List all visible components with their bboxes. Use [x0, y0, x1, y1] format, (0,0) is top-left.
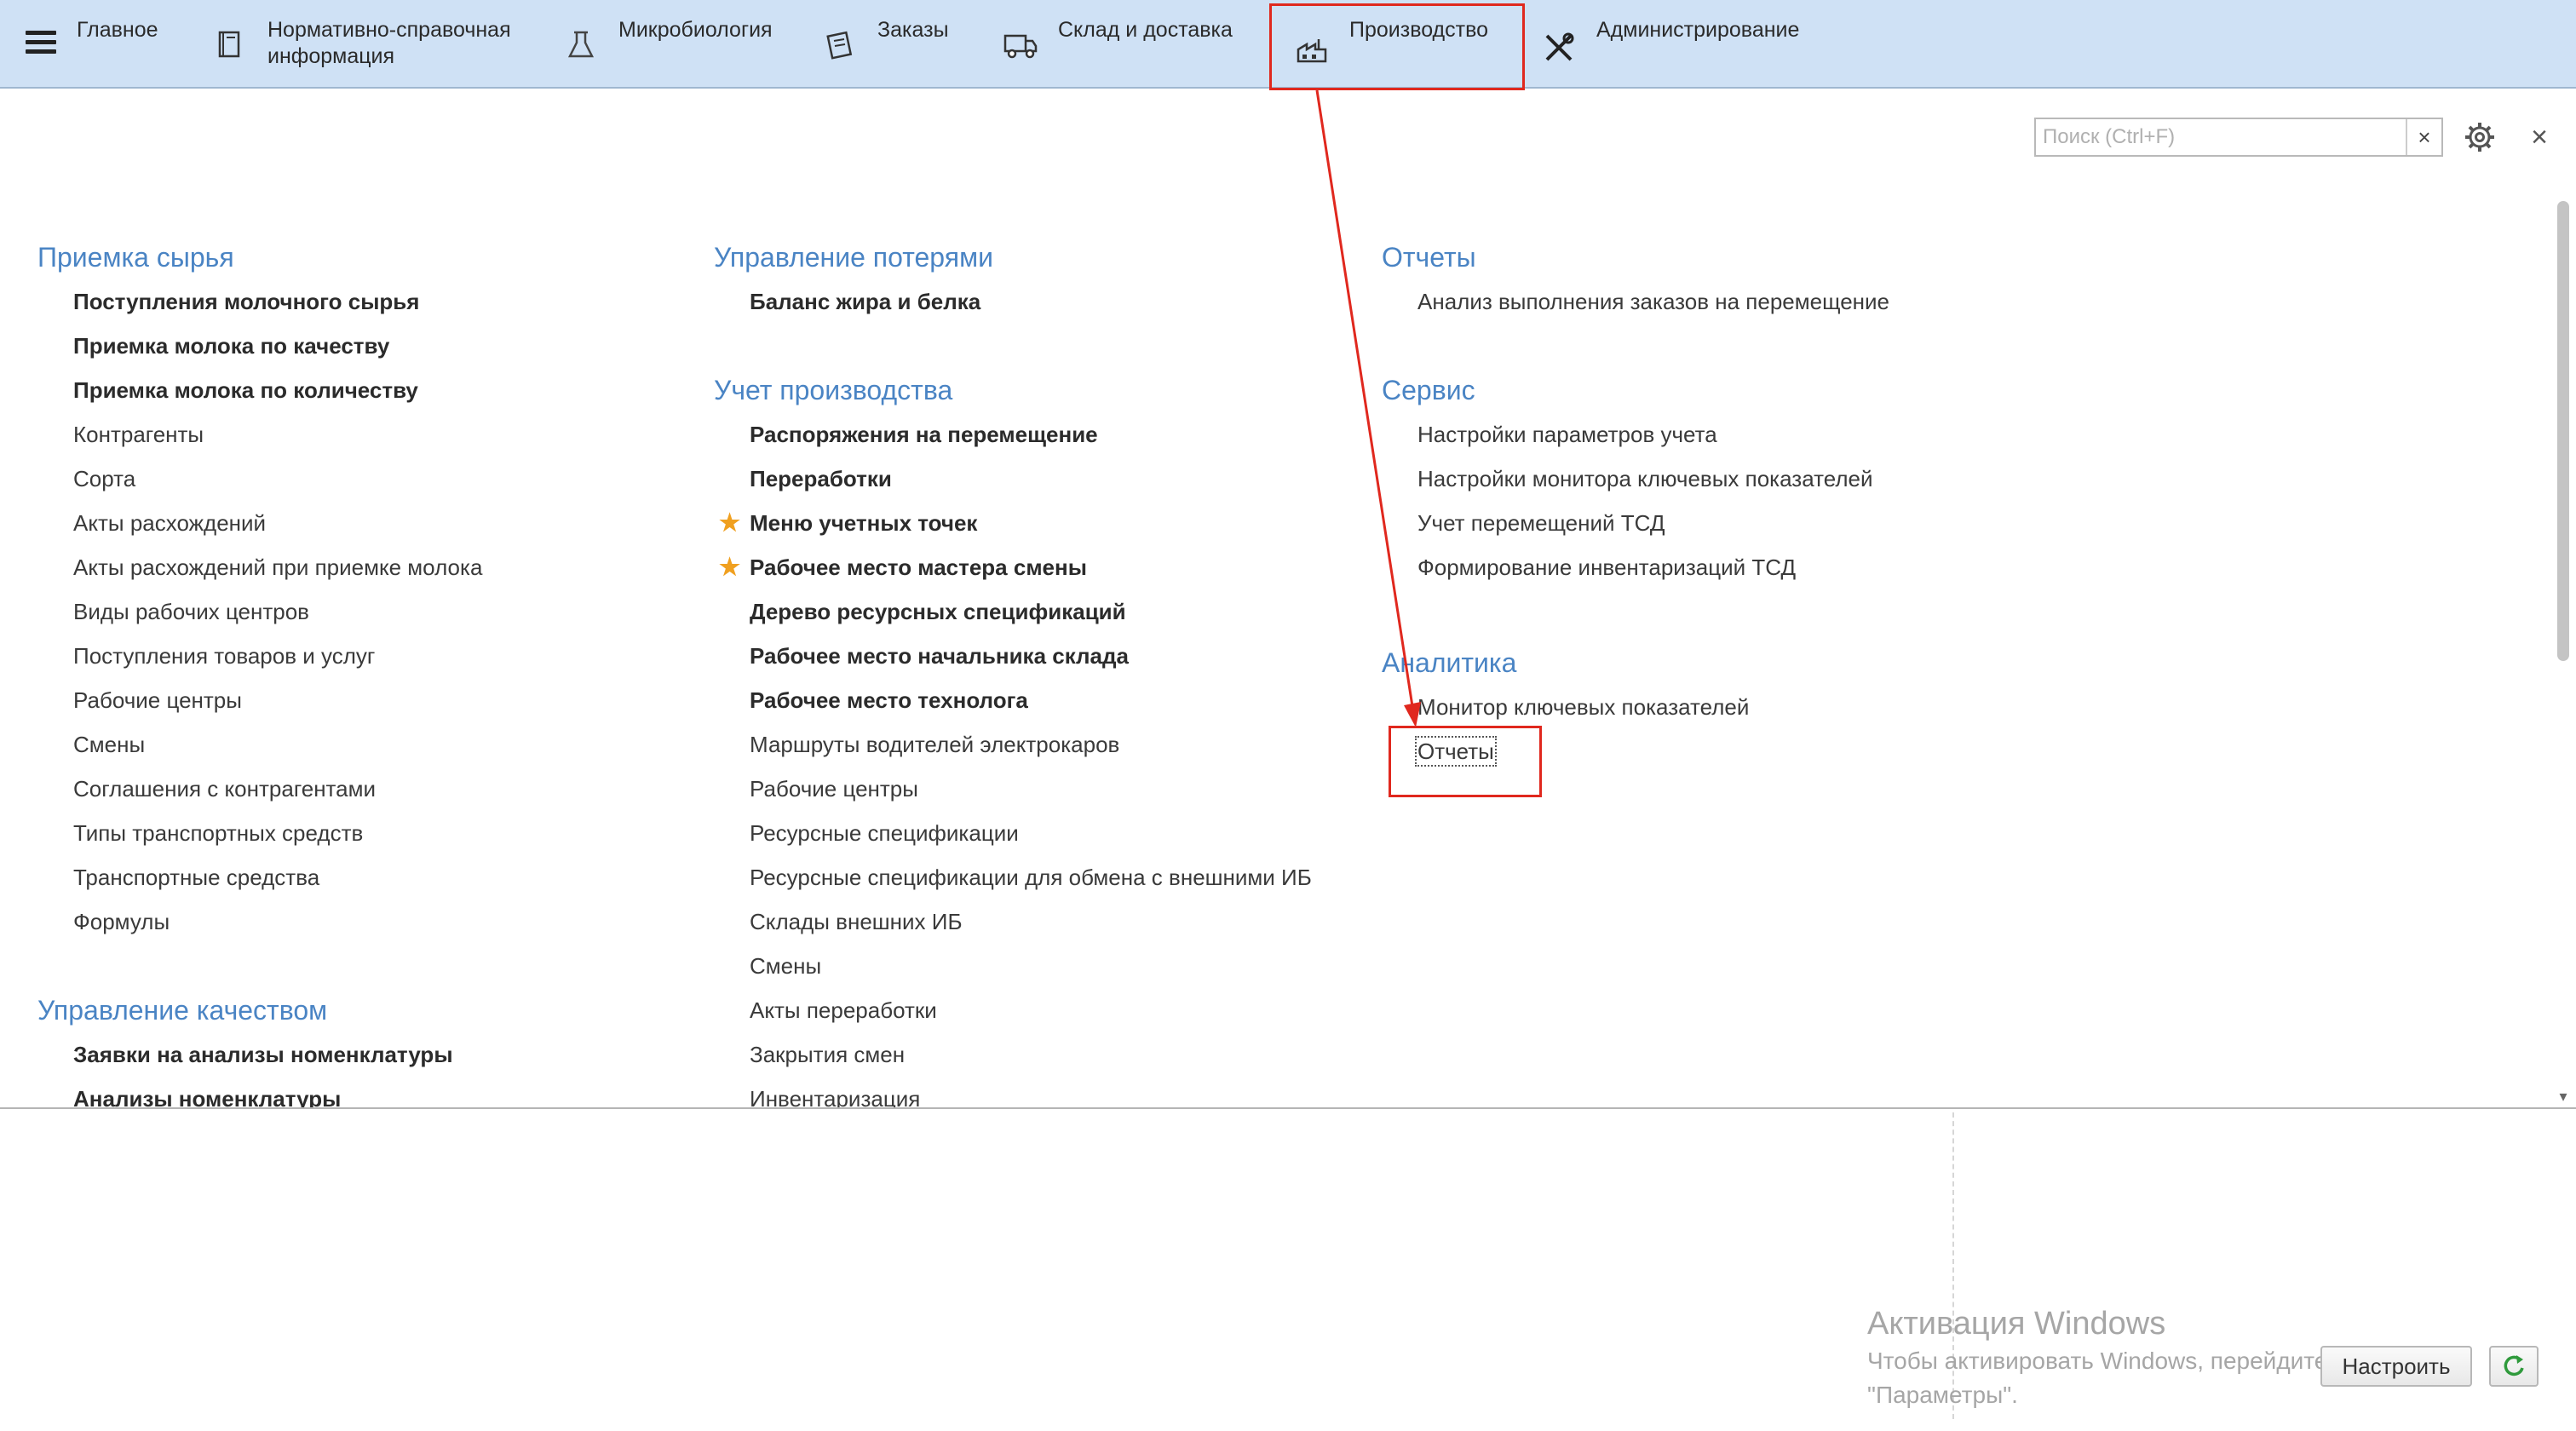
list-item-starred[interactable]: ★ Рабочее место мастера смены [719, 545, 1312, 589]
column-1: Приемка сырья Поступления молочного сырь… [37, 235, 482, 1107]
group-title-quality: Управление качеством [37, 995, 328, 1026]
content-bottom-border [0, 1107, 2576, 1109]
section-label: Нормативно-справочная информация [267, 18, 511, 68]
navigation-panel: Приемка сырья Поступления молочного сырь… [0, 89, 2576, 1107]
list-item[interactable]: Формулы [73, 899, 482, 944]
section-label: Главное [77, 18, 158, 42]
vertical-scrollbar[interactable]: ▾ [2557, 201, 2569, 1105]
list-item[interactable]: Рабочие центры [73, 678, 482, 722]
section-administration[interactable]: Администрирование [1540, 17, 1799, 77]
list-item[interactable]: Приемка молока по качеству [73, 324, 482, 368]
star-icon[interactable]: ★ [719, 545, 740, 589]
list-item[interactable]: Ресурсные спецификации для обмена с внеш… [750, 855, 1312, 899]
list-item[interactable]: Рабочие центры [750, 767, 1312, 811]
list-item[interactable]: Смены [750, 944, 1312, 988]
list-item[interactable]: Соглашения с контрагентами [73, 767, 482, 811]
item-label: Меню учетных точек [750, 510, 978, 536]
list-item-starred[interactable]: ★ Меню учетных точек [719, 501, 1312, 545]
column-2: Управление потерями Баланс жира и белка … [714, 235, 1312, 1107]
list-item[interactable]: Виды рабочих центров [73, 589, 482, 634]
list-item[interactable]: Склады внешних ИБ [750, 899, 1312, 944]
list-item[interactable]: Формирование инвентаризаций ТСД [1417, 545, 1889, 589]
list-item[interactable]: Маршруты водителей электрокаров [750, 722, 1312, 767]
group-title-production-accounting: Учет производства [714, 375, 953, 405]
list-item[interactable]: Акты переработки [750, 988, 1312, 1032]
section-label: Заказы [877, 18, 949, 42]
tools-icon [1545, 32, 1574, 61]
section-label: Администрирование [1596, 18, 1800, 42]
list-item[interactable]: Рабочее место технолога [750, 678, 1312, 722]
list-item[interactable]: Контрагенты [73, 412, 482, 457]
column-3: Отчеты Анализ выполнения заказов на пере… [1382, 235, 1889, 773]
item-label: Отчеты [1415, 736, 1497, 767]
group-title-losses: Управление потерями [714, 242, 993, 273]
section-main[interactable]: Главное [77, 17, 158, 77]
group-title-raw-materials: Приемка сырья [37, 242, 234, 273]
factory-icon [1297, 39, 1327, 63]
list-item[interactable]: Акты расхождений [73, 501, 482, 545]
list-item[interactable]: Анализ выполнения заказов на перемещение [1417, 279, 1889, 324]
book-icon [218, 31, 240, 58]
list-item[interactable]: Поступления товаров и услуг [73, 634, 482, 678]
list-item[interactable]: Настройки монитора ключевых показателей [1417, 457, 1889, 501]
list-item[interactable]: Переработки [750, 457, 1312, 501]
clipboard-icon [826, 31, 853, 60]
list-item[interactable]: Заявки на анализы номенклатуры [73, 1032, 482, 1077]
scroll-down-icon[interactable]: ▾ [2557, 1088, 2569, 1106]
section-reference-info[interactable]: Нормативно-справочная информация [211, 17, 523, 77]
hamburger-menu-icon[interactable] [26, 31, 56, 56]
sections-panel: Главное Нормативно-справочная информация… [0, 0, 2576, 89]
group-title-analytics: Аналитика [1382, 647, 1517, 678]
activation-title: Активация Windows [1867, 1306, 2166, 1342]
scrollbar-thumb[interactable] [2557, 201, 2569, 661]
list-item[interactable]: Закрытия смен [750, 1032, 1312, 1077]
flask-icon [567, 31, 595, 58]
section-warehouse-delivery[interactable]: Склад и доставка [1002, 17, 1233, 77]
group-title-service: Сервис [1382, 375, 1475, 405]
list-item[interactable]: Баланс жира и белка [750, 279, 1312, 324]
list-item[interactable]: Акты расхождений при приемке молока [73, 545, 482, 589]
list-item[interactable]: Инвентаризация [750, 1077, 1312, 1107]
item-label: Рабочее место мастера смены [750, 555, 1087, 580]
truck-icon [1003, 34, 1038, 59]
list-item[interactable]: Рабочее место начальника склада [750, 634, 1312, 678]
list-item[interactable]: Учет перемещений ТСД [1417, 501, 1889, 545]
list-item[interactable]: Транспортные средства [73, 855, 482, 899]
refresh-icon [2504, 1355, 2524, 1376]
list-item[interactable]: Сорта [73, 457, 482, 501]
section-production[interactable]: Производство [1293, 17, 1488, 77]
configure-button[interactable]: Настроить [2320, 1346, 2472, 1387]
section-label: Микробиология [618, 18, 773, 42]
section-label: Склад и доставка [1058, 18, 1233, 42]
section-microbiology[interactable]: Микробиология [562, 17, 773, 77]
list-item[interactable]: Типы транспортных средств [73, 811, 482, 855]
section-label: Производство [1349, 18, 1489, 42]
list-item[interactable]: Дерево ресурсных спецификаций [750, 589, 1312, 634]
list-item[interactable]: Настройки параметров учета [1417, 412, 1889, 457]
group-title-reports: Отчеты [1382, 242, 1476, 273]
list-item[interactable]: Ресурсные спецификации [750, 811, 1312, 855]
list-item[interactable]: Монитор ключевых показателей [1417, 685, 1889, 729]
star-icon[interactable]: ★ [719, 501, 740, 545]
list-item[interactable]: Поступления молочного сырья [73, 279, 482, 324]
section-orders[interactable]: Заказы [821, 17, 949, 77]
list-item[interactable]: Распоряжения на перемещение [750, 412, 1312, 457]
list-item[interactable]: Смены [73, 722, 482, 767]
list-item[interactable]: Анализы номенклатуры [73, 1077, 482, 1107]
list-item-reports-focused[interactable]: Отчеты [1415, 729, 1889, 773]
list-item[interactable]: Приемка молока по количеству [73, 368, 482, 412]
refresh-button[interactable] [2489, 1346, 2539, 1387]
